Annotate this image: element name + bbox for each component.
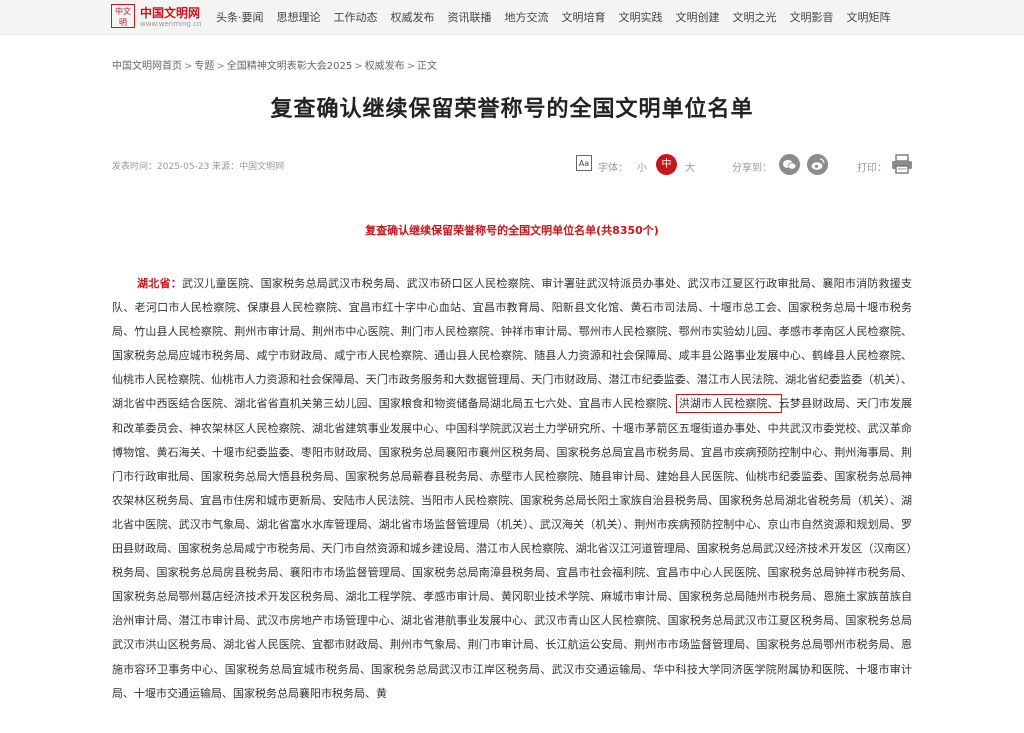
nav-item-civility-practice[interactable]: 文明实践 xyxy=(619,9,663,25)
nav-item-civility-light[interactable]: 文明之光 xyxy=(733,9,777,25)
breadcrumb-current: 正文 xyxy=(417,61,438,72)
list-subtitle: 复查确认继续保留荣誉称号的全国文明单位名单(共8350个) xyxy=(365,224,659,237)
breadcrumb-conference[interactable]: 全国精神文明表彰大会2025 xyxy=(227,61,352,72)
nav-item-civility-cultivation[interactable]: 文明培育 xyxy=(562,9,606,25)
site-logo[interactable]: 中文明 中国文明网 www.wenming.cn xyxy=(111,4,211,30)
nav-item-civility-media[interactable]: 文明影音 xyxy=(790,9,834,25)
print-label: 打印： xyxy=(857,163,887,174)
nav-item-theory[interactable]: 思想理论 xyxy=(277,9,321,25)
breadcrumb-home[interactable]: 中国文明网首页 xyxy=(112,61,182,72)
font-size-icon: Aa xyxy=(576,155,592,171)
unit-list-text: 武汉儿童医院、国家税务总局武汉市税务局、武汉市硚口区人民检察院、审计署驻武汉特派… xyxy=(112,277,913,411)
nav-item-work-news[interactable]: 工作动态 xyxy=(334,9,378,25)
top-navigation-bar: 中文明 中国文明网 www.wenming.cn 头条·要闻 思想理论 工作动态… xyxy=(0,0,1024,35)
breadcrumb: 中国文明网首页 > 专题 > 全国精神文明表彰大会2025 > 权威发布 > 正文 xyxy=(112,57,437,72)
wechat-share-icon[interactable] xyxy=(779,154,800,175)
font-size-small-button[interactable]: 小 xyxy=(637,159,647,174)
logo-mark-icon: 中文明 xyxy=(111,4,135,28)
printer-icon[interactable] xyxy=(891,154,913,174)
nav-item-local-exchange[interactable]: 地方交流 xyxy=(505,9,549,25)
logo-name: 中国文明网 xyxy=(140,6,201,20)
nav-item-civility-creation[interactable]: 文明创建 xyxy=(676,9,720,25)
font-size-label: 字体： xyxy=(598,163,628,174)
breadcrumb-official-release[interactable]: 权威发布 xyxy=(365,61,405,72)
weibo-share-icon[interactable] xyxy=(807,154,828,175)
nav-item-headlines[interactable]: 头条·要闻 xyxy=(216,9,264,25)
unit-list-text-continued: 云梦县财政局、天门市发展和改革委员会、神农架林区人民检察院、湖北省建筑事业发展中… xyxy=(112,397,913,700)
highlighted-unit: 洪湖市人民检察院、 xyxy=(675,394,782,414)
nav-item-official-release[interactable]: 权威发布 xyxy=(391,9,435,25)
nav-item-news-feed[interactable]: 资讯联播 xyxy=(448,9,492,25)
main-nav: 头条·要闻 思想理论 工作动态 权威发布 资讯联播 地方交流 文明培育 文明实践… xyxy=(216,9,891,25)
breadcrumb-separator: > xyxy=(354,61,363,72)
article-body: 湖北省：武汉儿童医院、国家税务总局武汉市税务局、武汉市硚口区人民检察院、审计署驻… xyxy=(112,272,912,706)
province-label: 湖北省： xyxy=(137,277,182,290)
page-title: 复查确认继续保留荣誉称号的全国文明单位名单 xyxy=(270,97,754,122)
nav-item-civility-matrix[interactable]: 文明矩阵 xyxy=(847,9,891,25)
breadcrumb-topics[interactable]: 专题 xyxy=(194,61,214,72)
breadcrumb-separator: > xyxy=(216,61,225,72)
share-label: 分享到： xyxy=(732,163,772,174)
breadcrumb-separator: > xyxy=(406,61,416,72)
breadcrumb-separator: > xyxy=(184,61,193,72)
font-size-large-button[interactable]: 大 xyxy=(685,159,695,174)
font-size-medium-button[interactable]: 中 xyxy=(656,154,677,175)
article-meta: 发表时间：2025-05-23 来源：中国文明网 xyxy=(112,162,285,172)
logo-url: www.wenming.cn xyxy=(140,20,202,28)
